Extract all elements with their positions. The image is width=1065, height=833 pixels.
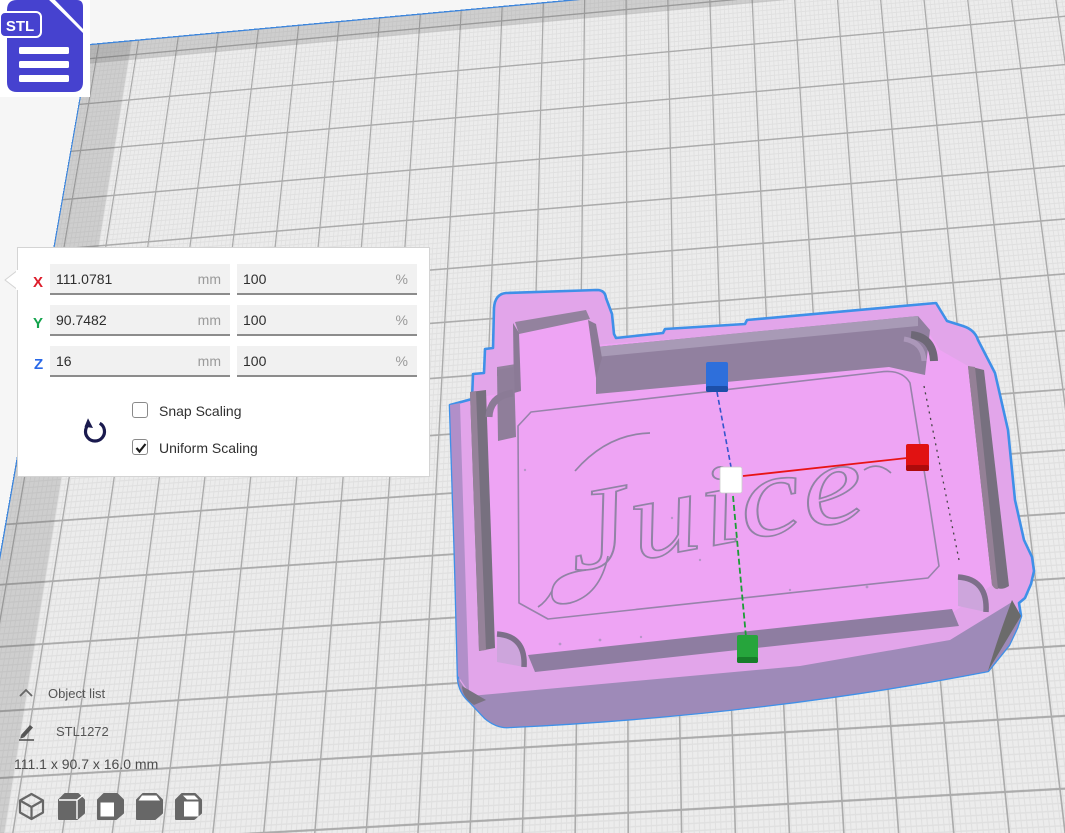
svg-text:STL: STL	[6, 18, 34, 35]
